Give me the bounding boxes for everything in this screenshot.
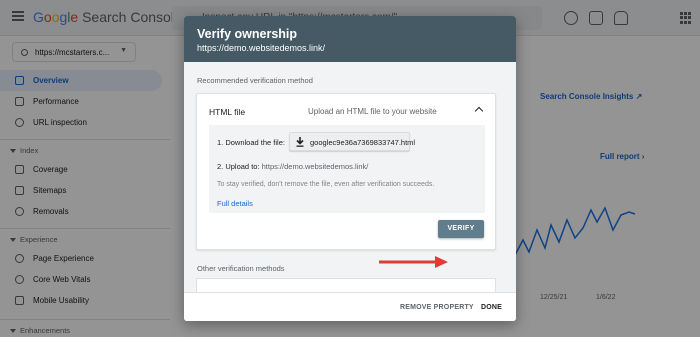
download-file-button[interactable]: googlec9e36a7369833747.html — [289, 132, 415, 151]
dialog-footer: REMOVE PROPERTY DONE — [184, 292, 516, 321]
step-upload: 2. Upload to: https://demo.websitedemos.… — [217, 162, 368, 171]
step-upload-url: https://demo.websitedemos.link/ — [261, 162, 369, 171]
method-title[interactable]: HTML file — [209, 107, 245, 117]
remove-property-button[interactable]: REMOVE PROPERTY — [400, 304, 474, 311]
dialog-body[interactable]: Recommended verification method HTML fil… — [184, 62, 516, 298]
html-file-method-panel: HTML file Upload an HTML file to your we… — [196, 93, 496, 268]
done-button[interactable]: DONE — [481, 304, 502, 311]
recommended-method-label: Recommended verification method — [197, 76, 313, 85]
other-methods-label: Other verification methods — [197, 264, 285, 273]
red-arrow-annotation — [379, 256, 448, 268]
method-description: Upload an HTML file to your website — [308, 107, 437, 116]
full-details-link[interactable]: Full details — [217, 199, 253, 208]
step-download-label: 1. Download the file: — [217, 138, 285, 147]
stay-verified-note: To stay verified, don't remove the file,… — [217, 181, 435, 188]
dialog-title: Verify ownership — [197, 27, 298, 41]
step-upload-label: 2. Upload to: — [217, 162, 260, 171]
verify-ownership-dialog: Verify ownership https://demo.websitedem… — [184, 16, 516, 321]
method-instructions: 1. Download the file: googlec9e36a736983… — [209, 125, 485, 213]
verify-button[interactable]: VERIFY — [438, 220, 484, 238]
dialog-subtitle: https://demo.websitedemos.link/ — [197, 43, 326, 53]
download-icon — [296, 137, 304, 147]
download-file-name: googlec9e36a7369833747.html — [310, 138, 416, 147]
chevron-up-icon[interactable] — [474, 106, 484, 116]
dialog-header: Verify ownership https://demo.websitedem… — [184, 16, 516, 62]
